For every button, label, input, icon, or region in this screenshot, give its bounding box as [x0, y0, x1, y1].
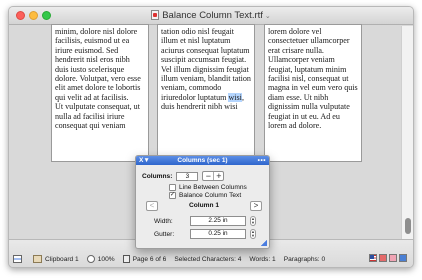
text-column-3[interactable]: lorem dolore vel consectetuer ullamcorpe…	[264, 24, 362, 162]
rtf-document-icon	[151, 10, 160, 20]
column-2-text-before[interactable]: tation odio nisl feugait illum et nisl l…	[161, 27, 251, 102]
clipboard-label: Clipboard 1	[45, 255, 79, 263]
page-indicator[interactable]: Page 6 of 6	[122, 255, 167, 263]
word-count-stat: Words: 1	[249, 256, 275, 263]
window-title: Balance Column Text.rtf	[162, 10, 263, 21]
pink-tag-icon[interactable]	[389, 254, 397, 262]
layout-toggle[interactable]	[13, 255, 25, 263]
gutter-field[interactable]: 0.25 in	[190, 229, 246, 239]
increment-columns-button[interactable]: +	[213, 172, 223, 181]
selected-characters-stat: Selected Characters: 4	[174, 256, 241, 263]
clipboard-icon	[33, 255, 42, 263]
red-tag-icon[interactable]	[379, 254, 387, 262]
width-stepper[interactable]: ▲ ▼	[250, 216, 256, 226]
gutter-label: Gutter:	[154, 230, 175, 238]
title-menu-chevron-icon[interactable]: ⌄	[265, 13, 271, 20]
title-bar[interactable]: Balance Column Text.rtf ⌄	[9, 7, 413, 25]
width-label: Width:	[154, 217, 173, 225]
panel-more-icon[interactable]: •••	[258, 156, 266, 165]
selected-characters-label: Selected Characters: 4	[174, 255, 242, 263]
paragraph-count-stat: Paragraphs: 0	[284, 256, 325, 263]
column-1-text[interactable]: minim, dolore nisl dolore facilisis, eui…	[55, 27, 141, 130]
column-width-row: Width: 2.25 in ▲ ▼	[154, 216, 256, 226]
page-label: Page 6 of 6	[132, 255, 167, 263]
line-between-label: Line Between Columns	[179, 184, 247, 191]
word-count-label: Words: 1	[249, 255, 276, 263]
balance-label: Balance Column Text	[179, 192, 242, 199]
column-gutter-row: Gutter: 0.25 in ▲ ▼	[154, 229, 256, 239]
layout-icon	[13, 255, 22, 263]
blue-tag-icon[interactable]	[399, 254, 407, 262]
current-column-label: Column 1	[188, 202, 220, 209]
window-title-area[interactable]: Balance Column Text.rtf ⌄	[9, 9, 413, 24]
paragraph-count-label: Paragraphs: 0	[283, 255, 326, 263]
columns-count-row: Columns: 3 − +	[142, 171, 225, 181]
clipboard-indicator[interactable]: Clipboard 1	[33, 255, 79, 263]
line-between-checkbox[interactable]	[169, 184, 176, 191]
column-navigator: < Column 1 >	[146, 201, 262, 212]
gutter-stepper[interactable]: ▲ ▼	[250, 229, 256, 239]
columns-count-stepper: − +	[202, 171, 225, 181]
panel-resize-grip-icon[interactable]	[261, 240, 267, 246]
page-icon	[122, 255, 130, 263]
selected-text[interactable]: wisi	[228, 92, 242, 102]
line-between-columns-option[interactable]: Line Between Columns	[169, 184, 247, 191]
next-column-button[interactable]: >	[250, 201, 262, 211]
panel-title: Columns (sec 1)	[177, 157, 228, 164]
columns-panel: X▼ Columns (sec 1) ••• Columns: 3 − + Li…	[135, 155, 270, 249]
vertical-scrollbar[interactable]	[401, 26, 413, 241]
text-column-1[interactable]: minim, dolore nisl dolore facilisis, eui…	[51, 24, 149, 162]
column-3-text[interactable]: lorem dolore vel consectetuer ullamcorpe…	[268, 27, 358, 130]
decrement-columns-button[interactable]: −	[203, 172, 213, 181]
zoom-level: 100%	[97, 255, 115, 263]
us-flag-icon[interactable]	[369, 254, 377, 262]
width-field[interactable]: 2.25 in	[190, 216, 246, 226]
status-flags	[369, 254, 407, 262]
zoom-control[interactable]: 100%	[86, 255, 115, 263]
magnifier-icon	[86, 255, 95, 263]
balance-checkbox[interactable]: ✓	[169, 192, 176, 199]
panel-title-bar[interactable]: X▼ Columns (sec 1) •••	[136, 156, 269, 165]
columns-count-field[interactable]: 3	[176, 171, 199, 181]
text-column-2[interactable]: tation odio nisl feugait illum et nisl l…	[157, 24, 255, 162]
columns-count-label: Columns:	[142, 172, 173, 180]
scrollbar-thumb[interactable]	[405, 218, 411, 234]
previous-column-button[interactable]: <	[146, 201, 158, 211]
balance-column-text-option[interactable]: ✓ Balance Column Text	[169, 192, 241, 199]
panel-close-icon[interactable]: X▼	[139, 156, 150, 165]
